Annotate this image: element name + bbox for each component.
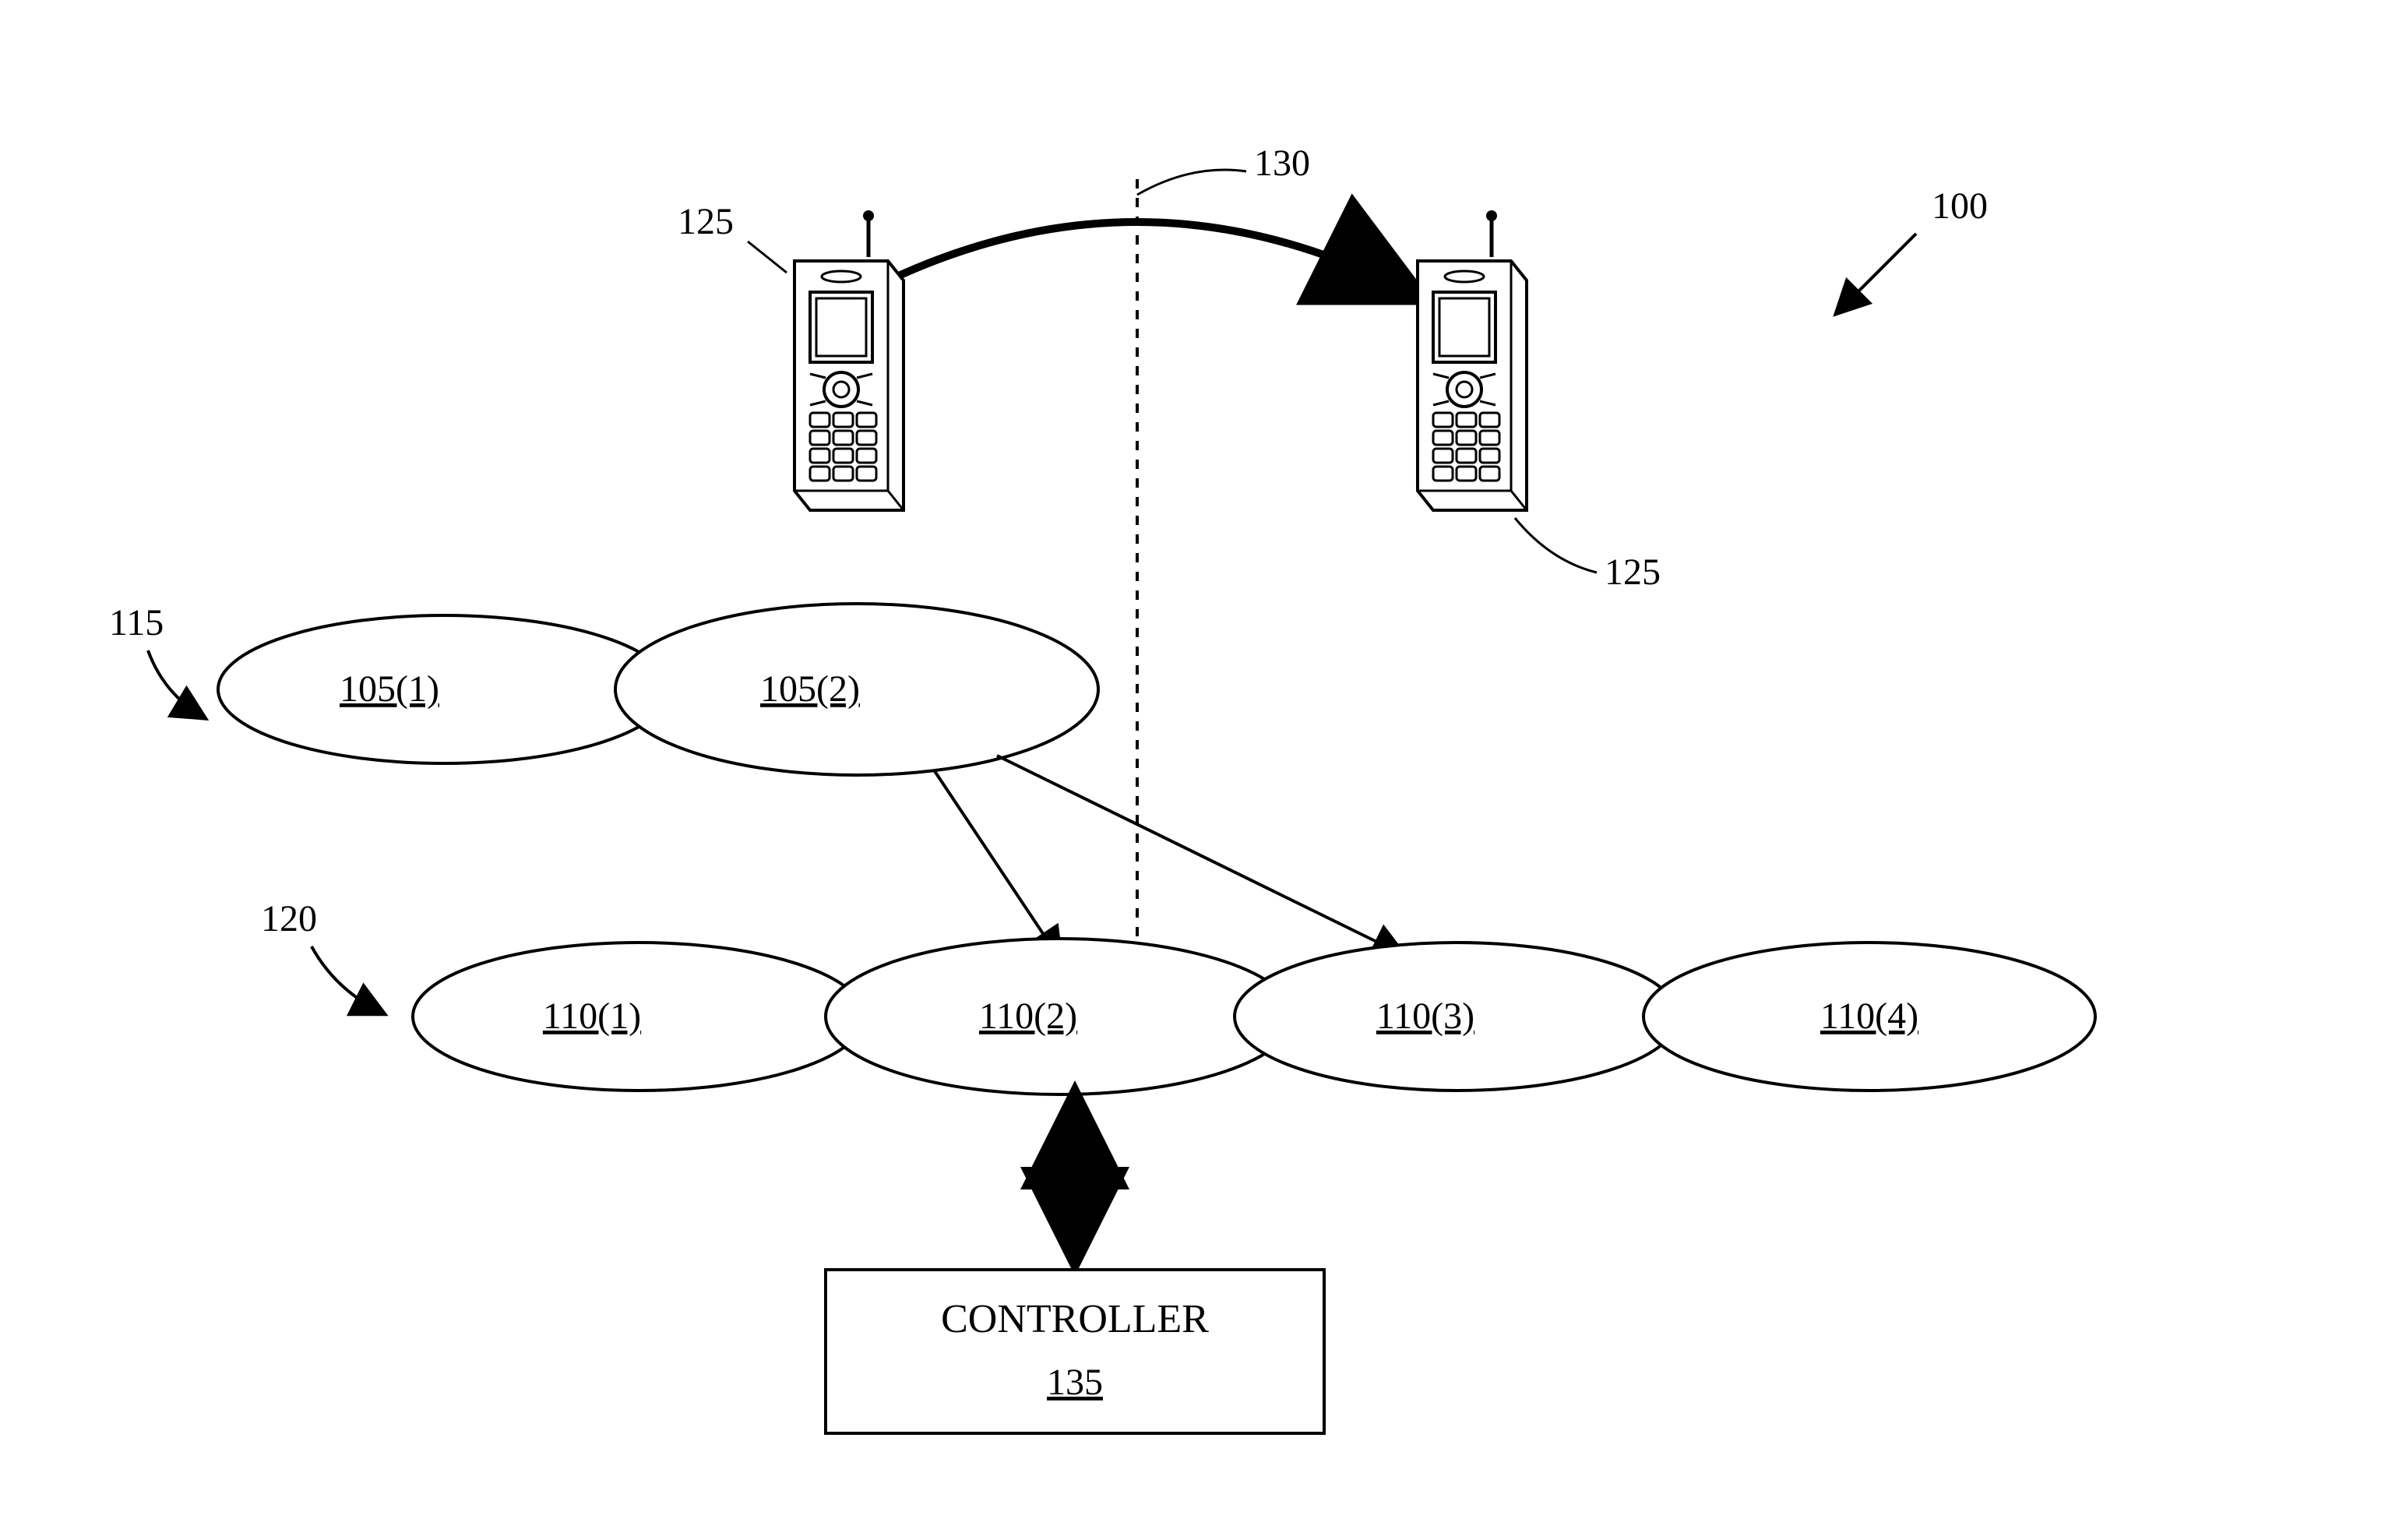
ref-phone-left: 125 <box>678 201 787 273</box>
cell-top-2-label: 105(2) <box>760 668 860 710</box>
ref-system-label: 100 <box>1932 185 1988 227</box>
ref-handover-label: 130 <box>1254 143 1310 184</box>
arrow-105-2-to-110-2 <box>935 771 1059 958</box>
phone-left <box>794 210 904 510</box>
ref-phone-right: 125 <box>1515 518 1661 593</box>
cell-bottom-3-label: 110(3) <box>1376 996 1474 1037</box>
controller-box: CONTROLLER 135 <box>826 1270 1324 1433</box>
controller-ref: 135 <box>1047 1362 1103 1403</box>
ref-bottom-row: 120 <box>261 898 382 1013</box>
handover-arrow: 130 <box>872 143 1402 288</box>
phone-right <box>1418 210 1527 510</box>
cell-bottom-4-label: 110(4) <box>1820 996 1918 1037</box>
ref-bottom-row-label: 120 <box>261 898 317 939</box>
ref-top-row-label: 115 <box>109 602 164 643</box>
cells-top-row: 105(1) 105(2) <box>218 604 1098 775</box>
diagram-canvas: 100 130 <box>0 0 2385 1540</box>
ref-phone-right-label: 125 <box>1605 552 1661 593</box>
controller-title: CONTROLLER <box>941 1297 1209 1341</box>
cell-bottom-1-label: 110(1) <box>543 996 641 1037</box>
ref-phone-left-label: 125 <box>678 201 734 242</box>
cell-top-1-label: 105(1) <box>340 668 439 710</box>
cell-bottom-2-label: 110(2) <box>979 996 1077 1037</box>
cells-bottom-row: 110(1) 110(2) 110(3) 110(4) <box>413 939 2095 1094</box>
ref-system: 100 <box>1838 185 1988 312</box>
arrow-105-2-to-110-3 <box>997 756 1402 954</box>
ref-top-row: 115 <box>109 602 203 717</box>
